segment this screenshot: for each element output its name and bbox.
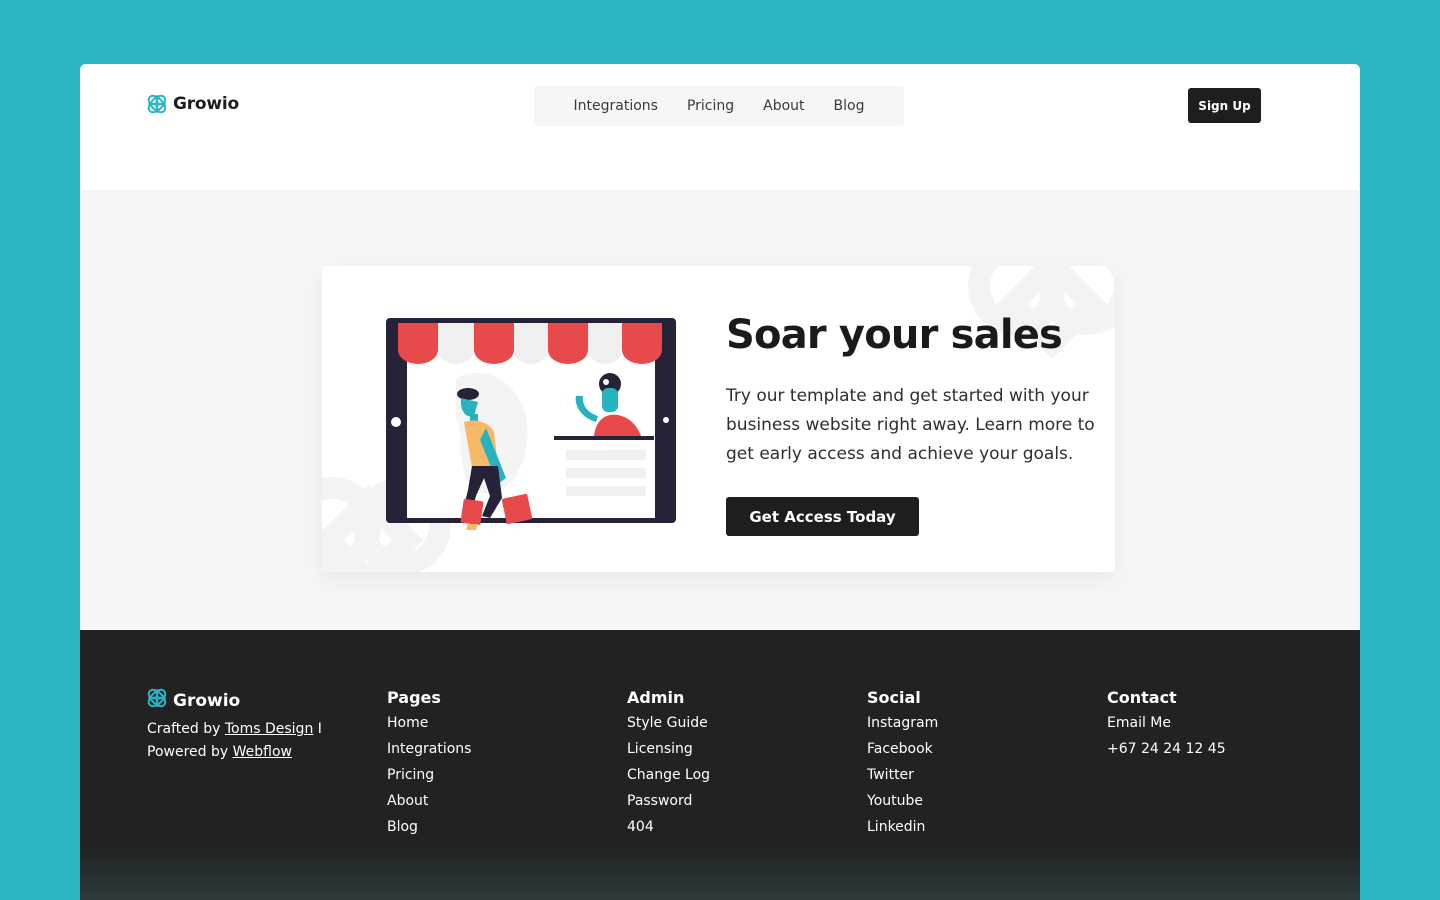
hero-title: Soar your sales <box>726 312 1063 358</box>
footer-link-email[interactable]: Email Me <box>1107 715 1171 731</box>
footer-link-facebook[interactable]: Facebook <box>867 741 933 757</box>
footer-link-pricing[interactable]: Pricing <box>387 767 434 783</box>
footer-link-home[interactable]: Home <box>387 715 428 731</box>
footer-link-twitter[interactable]: Twitter <box>867 767 914 783</box>
footer-link-integrations[interactable]: Integrations <box>387 741 471 757</box>
toms-design-link[interactable]: Toms Design <box>225 721 313 737</box>
footer-link-linkedin[interactable]: Linkedin <box>867 819 925 835</box>
footer-link-style-guide[interactable]: Style Guide <box>627 715 708 731</box>
footer-link-licensing[interactable]: Licensing <box>627 741 693 757</box>
footer-column-title: Pages <box>387 688 441 707</box>
credits-separator: I <box>317 721 322 737</box>
footer-link-404[interactable]: 404 <box>627 819 654 835</box>
footer-column-pages: Pages Home Integrations Pricing About Bl… <box>387 688 471 843</box>
footer-brand-name: Growio <box>173 690 241 711</box>
footer-link-instagram[interactable]: Instagram <box>867 715 938 731</box>
footer-column-title: Contact <box>1107 688 1177 707</box>
footer-link-about[interactable]: About <box>387 793 428 809</box>
webflow-link[interactable]: Webflow <box>233 744 292 760</box>
footer-column-social: Social Instagram Facebook Twitter Youtub… <box>867 688 938 843</box>
nav-link-blog[interactable]: Blog <box>834 98 865 114</box>
footer-link-blog[interactable]: Blog <box>387 819 418 835</box>
site-header: Growio Integrations Pricing About Blog S… <box>80 64 1360 190</box>
nav-link-about[interactable]: About <box>763 98 804 114</box>
powered-by-text: Powered by <box>147 744 229 760</box>
storefront-illustration <box>386 318 676 530</box>
hero-description: Try our template and get started with yo… <box>726 386 1095 464</box>
hero-section: Soar your sales Try our template and get… <box>80 190 1360 630</box>
crafted-by-text: Crafted by <box>147 721 221 737</box>
main-nav: Integrations Pricing About Blog <box>534 86 904 126</box>
footer-column-title: Admin <box>627 688 685 707</box>
nav-link-integrations[interactable]: Integrations <box>574 98 658 114</box>
footer-link-phone[interactable]: +67 24 24 12 45 <box>1107 741 1226 757</box>
growio-logo-icon <box>147 688 167 713</box>
brand-name: Growio <box>173 94 240 114</box>
brand-logo-link[interactable]: Growio <box>147 94 239 114</box>
footer-column-contact: Contact Email Me +67 24 24 12 45 <box>1107 688 1226 765</box>
sign-up-button[interactable]: Sign Up <box>1188 88 1261 123</box>
growio-logo-icon <box>147 94 167 114</box>
footer-link-change-log[interactable]: Change Log <box>627 767 710 783</box>
footer-column-admin: Admin Style Guide Licensing Change Log P… <box>627 688 710 843</box>
footer-link-password[interactable]: Password <box>627 793 692 809</box>
site-footer: Growio Crafted by Toms Design I Powered … <box>80 630 1360 900</box>
footer-column-title: Social <box>867 688 921 707</box>
footer-link-youtube[interactable]: Youtube <box>867 793 923 809</box>
hero-card: Soar your sales Try our template and get… <box>322 266 1115 572</box>
footer-brand-link[interactable]: Growio <box>147 688 240 713</box>
browser-frame: Growio Integrations Pricing About Blog S… <box>80 64 1360 900</box>
footer-credits: Crafted by Toms Design I Powered by Webf… <box>147 718 367 764</box>
get-access-button[interactable]: Get Access Today <box>726 497 919 536</box>
nav-link-pricing[interactable]: Pricing <box>687 98 734 114</box>
